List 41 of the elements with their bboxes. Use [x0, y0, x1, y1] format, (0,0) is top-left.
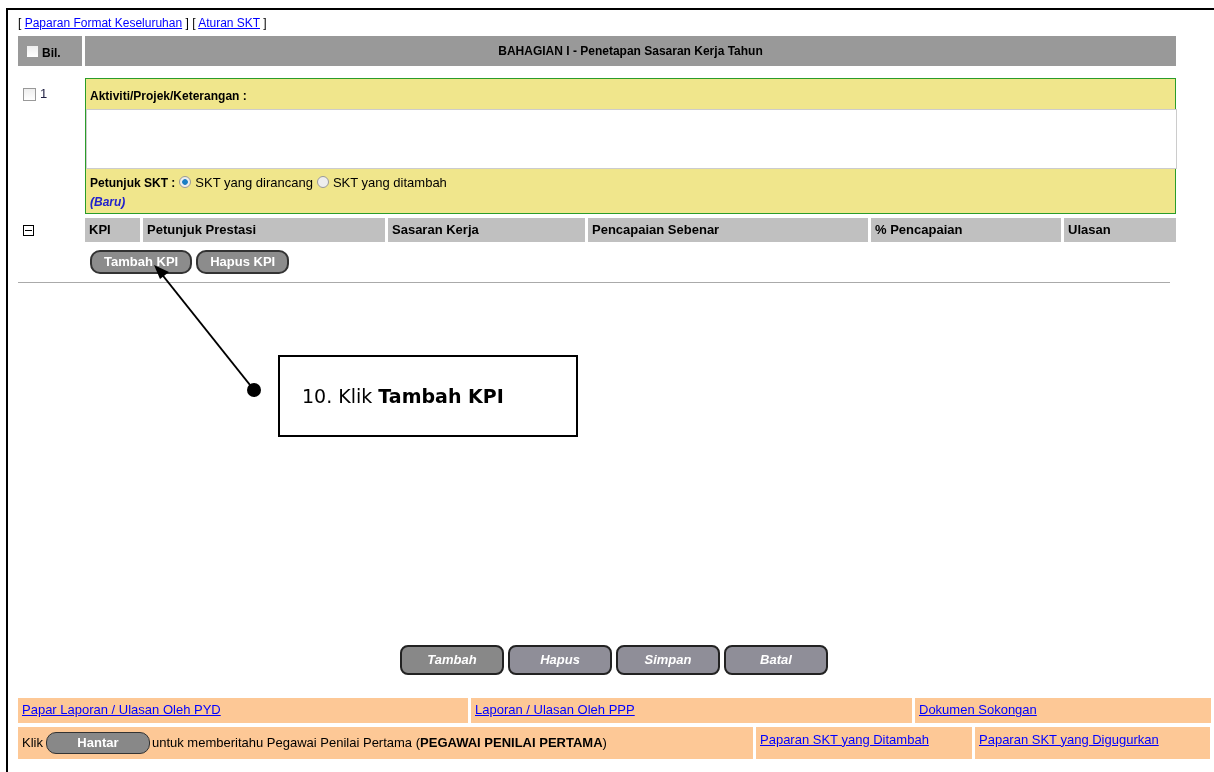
kpi-button[interactable]: Hapus KPI — [196, 249, 290, 274]
bracket: ] — [263, 16, 267, 30]
column-header: Pencapaian Sebenar — [588, 217, 868, 242]
column-header: Petunjuk Prestasi — [143, 217, 385, 242]
link[interactable]: Aturan SKT — [198, 16, 260, 30]
column-label: Bil. — [42, 45, 61, 62]
field-label: Petunjuk SKT : — [90, 176, 176, 190]
section-title: BAHAGIAN I - Penetapan Sasaran Kerja Tahun — [85, 36, 1176, 66]
send-button[interactable]: Hantar — [45, 731, 150, 754]
link[interactable]: Dokumen Sokongan — [919, 700, 1037, 720]
radio-button[interactable] — [179, 176, 192, 188]
link[interactable]: Laporan / Ulasan Oleh PPP — [475, 700, 635, 720]
text-area[interactable] — [86, 109, 1177, 169]
column-header: % Pencapaian — [871, 217, 1061, 242]
radio-button[interactable] — [316, 176, 329, 188]
option-label: SKT yang dirancang — [195, 175, 313, 190]
action-button[interactable]: Simpan — [616, 644, 720, 675]
action-button[interactable]: Batal — [724, 644, 828, 675]
checkbox[interactable] — [23, 88, 36, 102]
link[interactable]: Paparan SKT yang Ditambah — [760, 729, 929, 749]
checkbox[interactable] — [26, 44, 39, 58]
field-label: Aktiviti/Projek/Keterangan : — [90, 88, 248, 105]
callout-text: 10. Klik Tambah KPI — [302, 383, 504, 409]
row-number: 1 — [40, 86, 48, 101]
column-header: KPI — [85, 217, 140, 242]
action-button[interactable]: Hapus — [508, 644, 612, 675]
bracket: ] — [185, 16, 189, 30]
kpi-button[interactable]: Tambah KPI — [90, 249, 193, 274]
column-header: Sasaran Kerja — [388, 217, 585, 242]
notice-text: untuk memberitahu Pegawai Penilai Pertama (PEGAWAI PENILAI PERTAMA) — [151, 733, 607, 752]
option-label: SKT yang ditambah — [332, 175, 447, 190]
link[interactable]: Papar Laporan / Ulasan Oleh PYD — [22, 700, 221, 720]
column-header: Ulasan — [1064, 217, 1176, 242]
link[interactable]: Paparan Format Keseluruhan — [24, 16, 183, 30]
status-label: (Baru) — [90, 193, 126, 211]
bracket: [ — [192, 16, 196, 30]
action-button[interactable]: Tambah — [400, 644, 504, 675]
collapse-icon[interactable] — [23, 224, 34, 236]
notice-text: Klik — [22, 733, 43, 752]
link[interactable]: Paparan SKT yang Digugurkan — [979, 729, 1159, 749]
bracket: [ — [18, 16, 22, 30]
